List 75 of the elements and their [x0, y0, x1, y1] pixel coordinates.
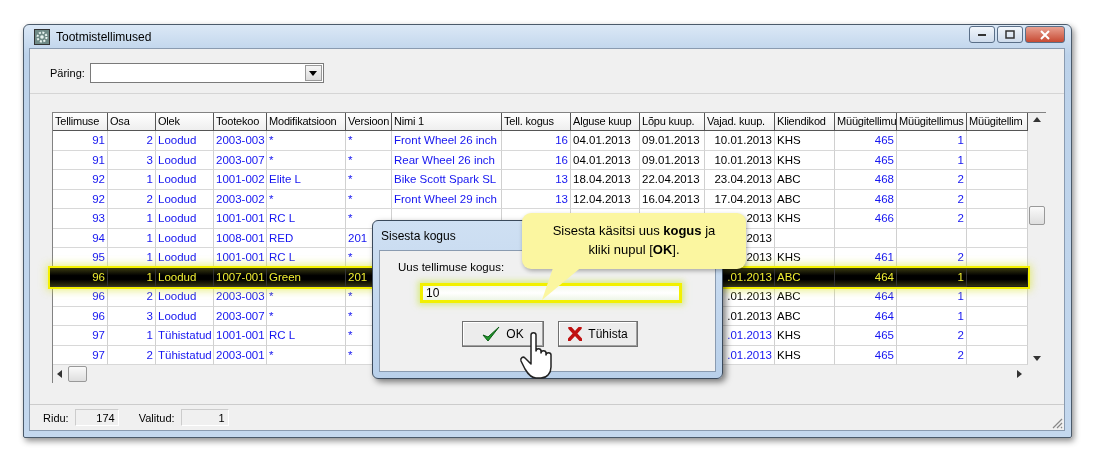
table-cell: 468 [835, 170, 897, 190]
table-cell: 1001-001 [214, 326, 267, 346]
table-cell: 2003-003 [214, 287, 267, 307]
table-cell: KHS [775, 326, 835, 346]
table-cell: KHS [775, 209, 835, 229]
status-label: Valitud: [138, 411, 175, 424]
table-cell: 13 [502, 170, 571, 190]
table-cell: 1001-002 [214, 170, 267, 190]
table-cell: Loodud [156, 131, 214, 151]
status-value: 174 [74, 409, 119, 426]
table-cell: 97 [53, 345, 108, 365]
table-cell: Loodud [156, 209, 214, 229]
table-cell: 1 [897, 267, 967, 287]
table-cell: 466 [835, 209, 897, 229]
table-cell: 09.01.2013 [640, 131, 705, 151]
table-cell: 1 [108, 170, 156, 190]
table-cell: 04.01.2013 [571, 131, 640, 151]
table-cell: 2 [108, 131, 156, 151]
table-cell: 93 [53, 209, 108, 229]
table-cell: Loodud [156, 170, 214, 190]
table-cell: Tühistatud [156, 326, 214, 346]
table-cell: 1 [897, 287, 967, 307]
table-cell: Bike Scott Spark SL [392, 170, 502, 190]
table-cell: 2 [897, 209, 967, 229]
field-label: Uus tellimuse kogus: [398, 261, 506, 273]
table-cell: * [346, 170, 392, 190]
table-cell: Tühistatud [156, 345, 214, 365]
query-label: Päring: [50, 67, 85, 79]
table-cell: Green [267, 267, 346, 287]
table-cell: 2 [897, 170, 967, 190]
table-cell: 2003-001 [214, 345, 267, 365]
table-cell: Loodud [156, 287, 214, 307]
table-cell: 16 [502, 131, 571, 151]
table-cell: 1 [108, 209, 156, 229]
table-cell: * [267, 287, 346, 307]
table-cell: 96 [53, 267, 108, 287]
table-cell: 465 [835, 345, 897, 365]
table-cell: Elite L [267, 170, 346, 190]
table-cell: 2 [897, 326, 967, 346]
table-cell: 2 [897, 345, 967, 365]
table-cell: 2003-003 [214, 131, 267, 151]
table-cell: RC L [267, 209, 346, 229]
table-cell: 1007-001 [214, 267, 267, 287]
table-cell: * [346, 131, 392, 151]
table-cell: KHS [775, 131, 835, 151]
table-cell: * [267, 131, 346, 151]
status-label: Ridu: [43, 411, 69, 424]
table-cell: 22.04.2013 [640, 170, 705, 190]
status-value: 1 [180, 409, 229, 426]
table-cell: ABC [775, 287, 835, 307]
table-cell: Front Wheel 26 inch [392, 131, 502, 151]
table-cell: 23.04.2013 [705, 170, 775, 190]
table-cell: 92 [53, 170, 108, 190]
table-cell: ABC [775, 170, 835, 190]
table-cell: 97 [53, 326, 108, 346]
table-cell: 1001-001 [214, 209, 267, 229]
table-cell: 2 [108, 345, 156, 365]
table-cell: 1 [897, 131, 967, 151]
table-cell: 96 [53, 287, 108, 307]
table-cell: 465 [835, 326, 897, 346]
table-cell: 91 [53, 131, 108, 151]
table-cell: RC L [267, 326, 346, 346]
table-cell: Loodud [156, 267, 214, 287]
table-cell: ABC [775, 267, 835, 287]
table-cell: 1 [108, 267, 156, 287]
table-cell: 18.04.2013 [571, 170, 640, 190]
table-cell: 465 [835, 131, 897, 151]
table-cell: 2 [108, 287, 156, 307]
window-title: Tootmistellimused [56, 29, 153, 44]
table-cell: 464 [835, 287, 897, 307]
table-cell: * [267, 345, 346, 365]
table-cell: 464 [835, 267, 897, 287]
table-cell: KHS [775, 345, 835, 365]
table-cell: 1 [108, 326, 156, 346]
table-cell: 10.01.2013 [705, 131, 775, 151]
